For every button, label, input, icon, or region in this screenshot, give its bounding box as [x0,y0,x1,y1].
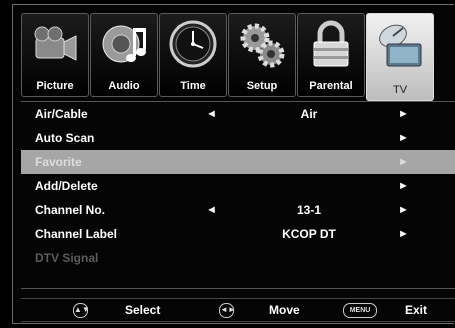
clock-icon [169,20,217,68]
menu-item-dtv-signal: DTV Signal [21,246,455,270]
left-right-keys-icon: ◄► [219,299,236,321]
right-arrow-icon[interactable]: ► [398,222,409,246]
satellite-tv-icon [379,24,422,67]
menu-item-add-delete[interactable]: Add/Delete ► [21,174,455,198]
menu-item-value: Air [300,107,318,121]
tab-tv[interactable]: TV [366,13,434,101]
camcorder-icon [34,26,77,61]
right-arrow-icon[interactable]: ► [398,150,409,174]
menu-item-air-cable[interactable]: Air/Cable ◄ Air ► [21,102,455,126]
tv-menu-window: Picture Audio Time Setup Parental TV Air… [12,4,455,324]
menu-item-channel-label[interactable]: Channel Label KCOP DT ► [21,222,455,246]
menu-key-icon: MENU [343,299,377,321]
menu-item-label: Channel Label [35,227,118,241]
padlock-icon [313,20,349,67]
select-hint: Select [125,303,161,317]
tab-time[interactable]: Time [159,13,227,97]
left-arrow-icon[interactable]: ◄ [206,198,217,222]
menu-item-label: Auto Scan [35,131,95,145]
menu-item-auto-scan[interactable]: Auto Scan ► [21,126,455,150]
up-down-keys-icon: ▲▼ [73,299,90,321]
right-arrow-icon[interactable]: ► [398,126,409,150]
tab-parental[interactable]: Parental [297,13,365,97]
menu-item-label: Air/Cable [35,107,88,121]
menu-item-label: Favorite [35,155,82,169]
right-arrow-icon[interactable]: ► [398,102,409,126]
left-arrow-icon[interactable]: ◄ [206,102,217,126]
gears-icon [240,23,285,68]
tv-settings-menu: Air/Cable ◄ Air ► Auto Scan ► Favorite ►… [21,101,455,289]
menu-item-value: 13-1 [296,203,322,217]
tab-picture[interactable]: Picture [21,13,89,97]
key-hint-bar: ▲▼ Select ◄► Move MENU Exit [21,298,455,322]
menu-item-label: Channel No. [35,203,106,217]
menu-item-label: DTV Signal [35,251,99,265]
tab-label-setup: Setup [246,80,278,92]
tab-audio[interactable]: Audio [90,13,158,97]
tab-setup[interactable]: Setup [228,13,296,97]
menu-tab-bar: Picture Audio Time Setup Parental TV [21,13,455,101]
tab-label-parental: Parental [309,80,353,92]
tab-label-picture: Picture [36,80,74,92]
move-hint: Move [269,303,300,317]
speaker-music-icon [102,25,146,63]
tab-label-time: Time [180,80,206,92]
menu-item-favorite[interactable]: Favorite ► [21,150,455,174]
right-arrow-icon[interactable]: ► [398,174,409,198]
menu-item-value: KCOP DT [282,227,336,241]
tab-label-tv: TV [392,84,408,96]
menu-item-label: Add/Delete [35,179,98,193]
menu-item-channel-no[interactable]: Channel No. ◄ 13-1 ► [21,198,455,222]
exit-hint: Exit [405,303,428,317]
right-arrow-icon[interactable]: ► [398,198,409,222]
tab-label-audio: Audio [108,80,140,92]
